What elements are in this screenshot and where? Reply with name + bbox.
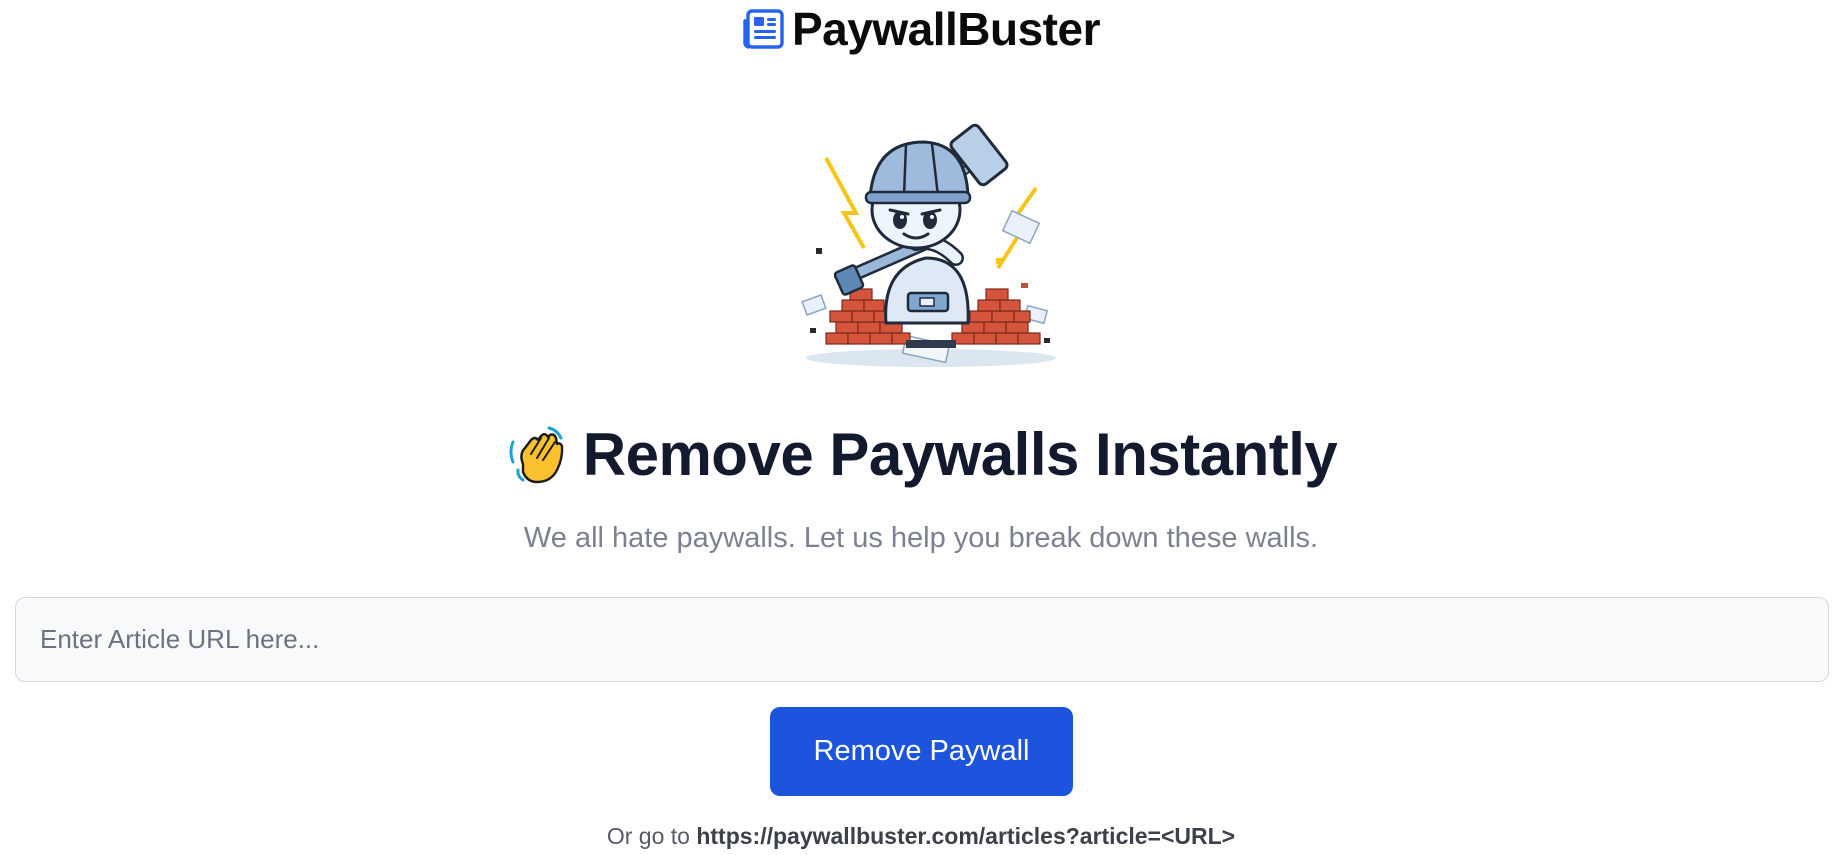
newspaper-icon (742, 7, 786, 51)
brand-name[interactable]: PaywallBuster (792, 2, 1100, 56)
remove-paywall-button[interactable]: Remove Paywall (770, 707, 1073, 796)
article-url-input[interactable] (15, 597, 1829, 682)
mascot-illustration (786, 118, 1076, 378)
hero-title: Remove Paywalls Instantly (582, 421, 1338, 488)
waving-hand-icon (505, 424, 567, 486)
hero-subtitle: We all hate paywalls. Let us help you br… (523, 522, 1319, 554)
brand-header: PaywallBuster (0, 2, 1842, 56)
page: PaywallBuster Remove Paywalls Instantly … (0, 0, 1842, 855)
alternate-url-hint: Or go to https://paywallbuster.com/artic… (0, 823, 1842, 850)
hero: Remove Paywalls Instantly (0, 420, 1842, 489)
alternate-url-prefix: Or go to (606, 823, 697, 849)
alternate-url-pattern: https://paywallbuster.com/articles?artic… (696, 823, 1236, 849)
